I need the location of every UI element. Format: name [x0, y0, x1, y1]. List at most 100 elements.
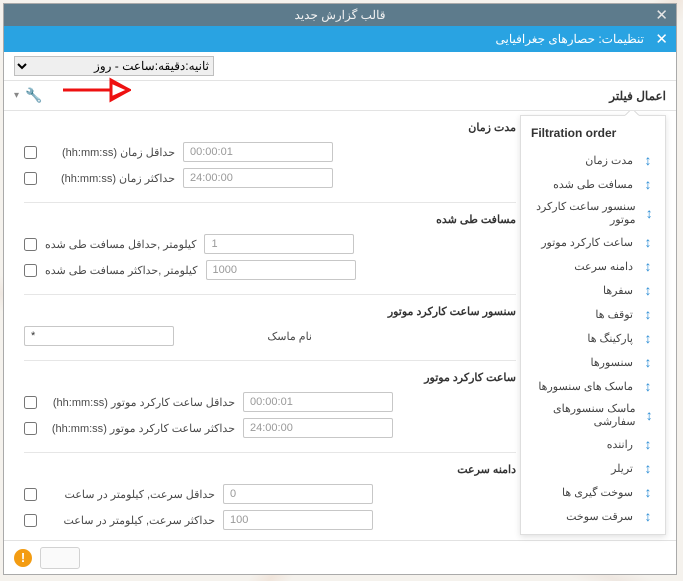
mask-input[interactable]: [24, 326, 174, 346]
titlebar: قالب گزارش جدید ✕: [4, 4, 676, 26]
max-mileage-check[interactable]: [24, 264, 37, 277]
filtration-item-label: ساعت کارکرد موتور: [541, 236, 633, 249]
filtration-item-label: سفرها: [603, 284, 633, 297]
mask-label: نام ماسک: [182, 330, 312, 343]
min-engine-label: حداقل ساعت کارکرد موتور (hh:mm:ss): [45, 396, 235, 409]
chevron-down-icon[interactable]: ▾: [14, 90, 19, 101]
time-format-select[interactable]: ثانیه:دقیقه:ساعت - روز: [14, 56, 214, 76]
filtration-item[interactable]: ↕ سرقت سوخت: [531, 504, 655, 528]
drag-handle-icon[interactable]: ↕: [641, 234, 655, 250]
close-icon[interactable]: ✕: [655, 6, 668, 24]
max-engine-check[interactable]: [24, 422, 37, 435]
filtration-item-label: سنسورها: [591, 356, 634, 369]
format-row: ثانیه:دقیقه:ساعت - روز: [4, 52, 676, 81]
min-mileage-input[interactable]: [204, 234, 354, 254]
footer-button[interactable]: [40, 547, 80, 569]
filtration-item[interactable]: ↕ سوخت گیری ها: [531, 480, 655, 504]
min-duration-input[interactable]: [183, 142, 333, 162]
min-engine-input[interactable]: [243, 392, 393, 412]
row-min-duration: حداقل زمان (hh:mm:ss): [24, 142, 516, 162]
row-max-duration: حداکثر زمان (hh:mm:ss): [24, 168, 516, 188]
min-engine-check[interactable]: [24, 396, 37, 409]
filtration-item-label: سرقت سوخت: [566, 510, 633, 523]
max-duration-check[interactable]: [24, 172, 37, 185]
max-mileage-label: کیلومتر ,حداکثر مسافت طی شده: [45, 264, 198, 277]
min-mileage-check[interactable]: [24, 238, 37, 251]
min-speed-input[interactable]: [223, 484, 373, 504]
section-engine-hours: ساعت کارکرد موتور حداقل ساعت کارکرد موتو…: [24, 371, 516, 453]
max-speed-input[interactable]: [223, 510, 373, 530]
filtration-order-panel: Filtration order ↕مدت زمان↕مسافت طی شده↕…: [520, 115, 666, 535]
drag-handle-icon[interactable]: ↕: [644, 205, 655, 221]
drag-handle-icon[interactable]: ↕: [641, 330, 655, 346]
filtration-item[interactable]: ↕ ساعت کارکرد موتور: [531, 230, 655, 254]
min-speed-label: حداقل سرعت, کیلومتر در ساعت: [45, 488, 215, 501]
max-duration-label: حداکثر زمان (hh:mm:ss): [45, 172, 175, 185]
drag-handle-icon[interactable]: ↕: [641, 354, 655, 370]
section-title: دامنه سرعت: [24, 463, 516, 476]
filtration-item-label: پارکینگ ها: [587, 332, 633, 345]
filtration-item-label: مسافت طی شده: [553, 178, 633, 191]
filtration-item-label: ماسک سنسورهای سفارشی: [531, 402, 636, 428]
max-speed-check[interactable]: [24, 514, 37, 527]
dialog: قالب گزارش جدید ✕ تنظیمات: حصارهای جغراف…: [3, 3, 677, 575]
filtration-item[interactable]: ↕ سنسورها: [531, 350, 655, 374]
drag-handle-icon[interactable]: ↕: [641, 306, 655, 322]
section-title: مدت زمان: [24, 121, 516, 134]
filtration-item[interactable]: ↕ماسک های سنسورها: [531, 374, 655, 398]
section-title: سنسور ساعت کارکرد موتور: [24, 305, 516, 318]
min-speed-check[interactable]: [24, 488, 37, 501]
section-title: ساعت کارکرد موتور: [24, 371, 516, 384]
filter-bar-label: اعمال فیلتر: [609, 89, 666, 103]
drag-handle-icon[interactable]: ↕: [644, 407, 655, 423]
filtration-item-label: تریلر: [611, 462, 633, 475]
warning-icon[interactable]: !: [14, 549, 32, 567]
drag-handle-icon[interactable]: ↕: [641, 484, 655, 500]
min-duration-label: حداقل زمان (hh:mm:ss): [45, 146, 175, 159]
min-mileage-label: کیلومتر ,حداقل مسافت طی شده: [45, 238, 196, 251]
filtration-item[interactable]: ↕ سنسور ساعت کارکرد موتور: [531, 196, 655, 230]
row-mask: نام ماسک: [24, 326, 516, 346]
row-max-engine: حداکثر ساعت کارکرد موتور (hh:mm:ss): [24, 418, 516, 438]
max-duration-input[interactable]: [183, 168, 333, 188]
filter-bar[interactable]: اعمال فیلتر 🔧 ▾: [4, 81, 676, 111]
dropdown-title: Filtration order: [531, 126, 655, 140]
wrench-icon[interactable]: 🔧: [25, 87, 42, 104]
drag-handle-icon[interactable]: ↕: [641, 460, 655, 476]
filtration-item[interactable]: ↕ ماسک سنسورهای سفارشی: [531, 398, 655, 432]
section-title: مسافت طی شده: [24, 213, 516, 226]
filtration-item[interactable]: ↕ راننده: [531, 432, 655, 456]
filtration-item-label: سنسور ساعت کارکرد موتور: [531, 200, 636, 226]
max-mileage-input[interactable]: [206, 260, 356, 280]
filtration-item-label: دامنه سرعت: [574, 260, 633, 273]
content: مدت زمان حداقل زمان (hh:mm:ss) حداکثر زم…: [4, 111, 676, 574]
close-settings-icon[interactable]: ✕: [655, 30, 668, 48]
drag-handle-icon[interactable]: ↕: [641, 258, 655, 274]
filtration-item[interactable]: ↕ دامنه سرعت: [531, 254, 655, 278]
filtration-item[interactable]: ↕مدت زمان: [531, 148, 655, 172]
drag-handle-icon[interactable]: ↕: [641, 378, 655, 394]
subheader-title: تنظیمات: حصارهای جغرافیایی: [496, 32, 645, 46]
row-min-speed: حداقل سرعت, کیلومتر در ساعت: [24, 484, 516, 504]
filtration-item[interactable]: ↕ پارکینگ ها: [531, 326, 655, 350]
drag-handle-icon[interactable]: ↕: [641, 508, 655, 524]
section-duration: مدت زمان حداقل زمان (hh:mm:ss) حداکثر زم…: [24, 121, 516, 203]
max-engine-input[interactable]: [243, 418, 393, 438]
filtration-item-label: راننده: [607, 438, 633, 451]
filtration-item-label: سوخت گیری ها: [562, 486, 633, 499]
filtration-item-label: توقف ها: [595, 308, 633, 321]
drag-handle-icon[interactable]: ↕: [641, 436, 655, 452]
max-engine-label: حداکثر ساعت کارکرد موتور (hh:mm:ss): [45, 422, 235, 435]
drag-handle-icon[interactable]: ↕: [641, 282, 655, 298]
min-duration-check[interactable]: [24, 146, 37, 159]
filtration-item[interactable]: ↕ سفرها: [531, 278, 655, 302]
filtration-item[interactable]: ↕ مسافت طی شده: [531, 172, 655, 196]
filtration-item[interactable]: ↕ تریلر: [531, 456, 655, 480]
drag-handle-icon[interactable]: ↕: [641, 152, 655, 168]
subheader: تنظیمات: حصارهای جغرافیایی ✕: [4, 26, 676, 52]
row-max-speed: حداکثر سرعت, کیلومتر در ساعت: [24, 510, 516, 530]
section-speed: دامنه سرعت حداقل سرعت, کیلومتر در ساعت ح…: [24, 463, 516, 544]
drag-handle-icon[interactable]: ↕: [641, 176, 655, 192]
filtration-item[interactable]: ↕ توقف ها: [531, 302, 655, 326]
dialog-title: قالب گزارش جدید: [295, 8, 386, 22]
